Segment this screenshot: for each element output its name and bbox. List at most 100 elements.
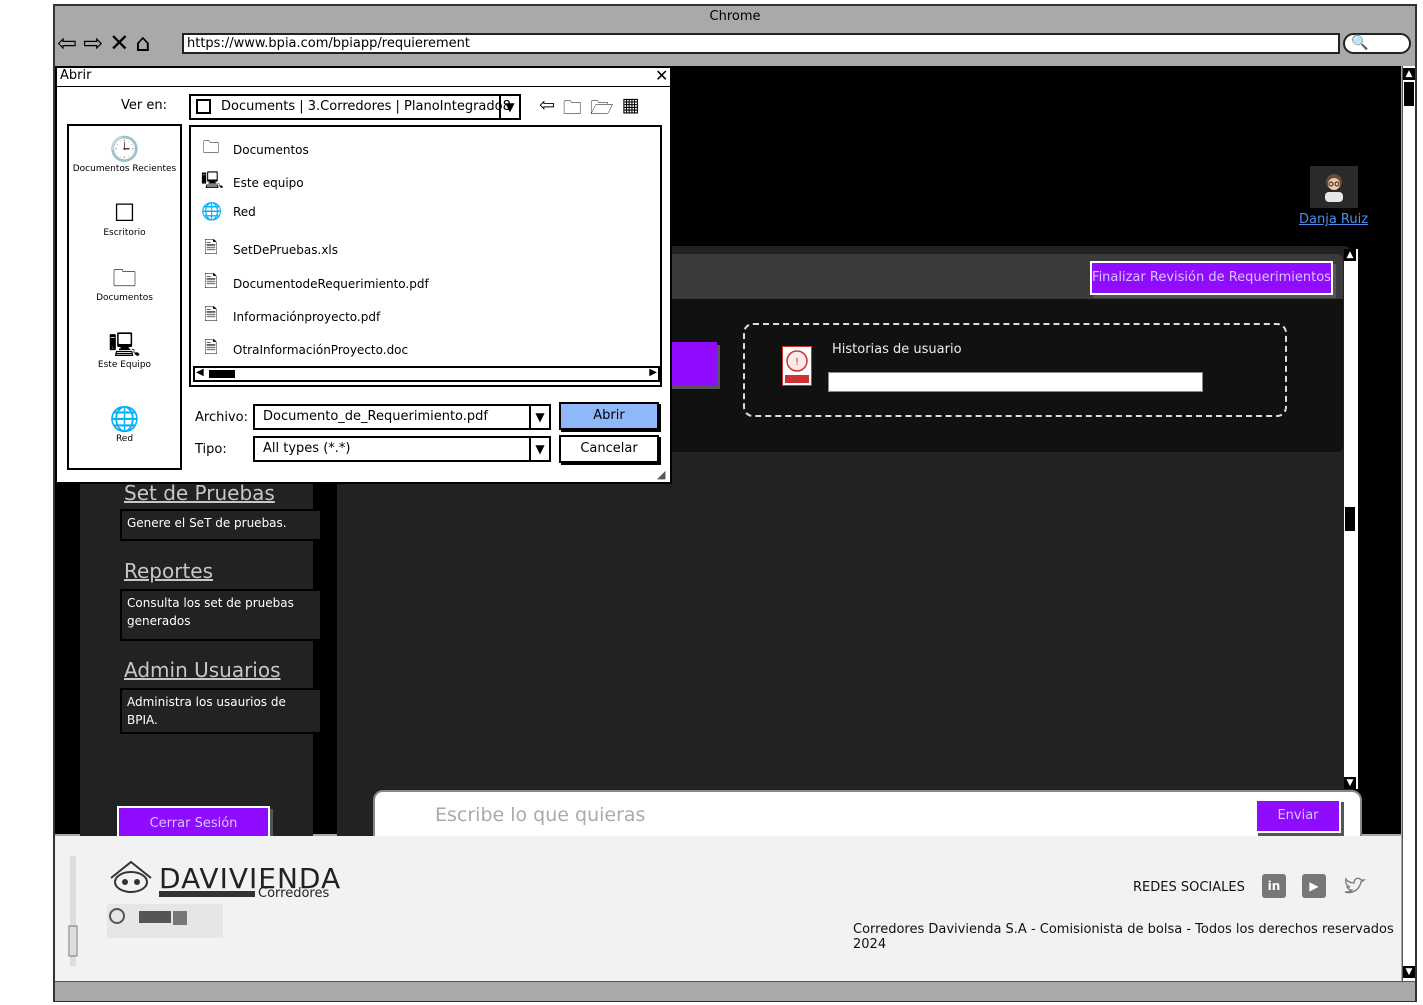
place-label: Escritorio	[103, 228, 146, 238]
file-name: Informaciónproyecto.pdf	[233, 309, 381, 324]
avatar[interactable]	[1310, 166, 1358, 208]
open-button[interactable]: Abrir	[559, 402, 659, 430]
scroll-thumb[interactable]	[209, 370, 235, 378]
list-item[interactable]: 🖳 Este equipo	[201, 168, 304, 197]
twitter-icon[interactable]	[1342, 874, 1367, 902]
back-icon[interactable]: ⇦	[539, 94, 555, 126]
place-documents[interactable]: 🗀 Documentos	[69, 263, 180, 303]
finalize-review-button[interactable]: Finalizar Revisión de Requerimientos	[1090, 261, 1333, 295]
clock-icon: 🕒	[109, 135, 140, 163]
list-item[interactable]: 🗎 DocumentodeRequerimiento.pdf	[201, 269, 429, 298]
list-item[interactable]: 🗀 Documentos	[201, 135, 309, 164]
sidebar-item-set-de-pruebas[interactable]: Set de Pruebas	[124, 481, 275, 505]
page-scrollbar[interactable]: ▲ ▼	[1402, 66, 1415, 981]
home-icon[interactable]: ⌂	[135, 30, 150, 56]
user-stories-title: Historias de usuario	[832, 342, 962, 357]
horizontal-scrollbar[interactable]: ◀ ▶	[193, 366, 660, 382]
social-label: REDES SOCIALES	[1133, 880, 1245, 895]
place-recent[interactable]: 🕒 Documentos Recientes	[69, 134, 180, 174]
look-in-select[interactable]: Documents | 3.Corredores | PlanoIntegrad…	[189, 94, 521, 120]
file-name-value: Documento_de_Requerimiento.pdf	[263, 409, 488, 424]
footer-vertical-seal	[65, 856, 81, 966]
file-name: DocumentodeRequerimiento.pdf	[233, 276, 429, 291]
pdf-file-icon: 🗎	[204, 272, 218, 292]
file-name: Documentos	[233, 142, 309, 157]
footer: DAVIVIENDA Corredores REDES SOCIALES in …	[55, 836, 1401, 981]
send-button[interactable]: Enviar	[1255, 799, 1341, 833]
open-file-dialog: Abrir ✕ Ver en: Documents | 3.Corredores…	[55, 66, 672, 484]
folder-box-icon	[196, 99, 211, 114]
scroll-thumb[interactable]	[1345, 507, 1355, 531]
list-item[interactable]: 🗎 SetDePruebas.xls	[201, 235, 338, 264]
sidebar-description-set-de-pruebas: Genere el SeT de pruebas.	[120, 509, 322, 541]
linkedin-icon[interactable]: in	[1262, 874, 1286, 898]
sidebar-description-admin-usuarios: Administra los usaurios de BPIA.	[120, 688, 322, 734]
up-folder-icon[interactable]: 🗀	[563, 94, 582, 126]
back-icon[interactable]: ⇦	[57, 30, 77, 56]
footer-brand-sub: Corredores	[258, 886, 330, 901]
list-item[interactable]: 🌐 Red	[201, 202, 256, 222]
scroll-up-icon[interactable]: ▲	[1344, 249, 1356, 261]
scroll-down-icon[interactable]: ▼	[1403, 966, 1415, 978]
search-input[interactable]: 🔍	[1343, 33, 1411, 54]
file-type-select[interactable]: All types (*.*) ▼	[253, 436, 551, 462]
folder-icon: 🗀	[112, 264, 137, 292]
cancel-button[interactable]: Cancelar	[559, 435, 659, 463]
new-folder-icon[interactable]: 🗁	[590, 94, 614, 126]
dialog-toolbar: ⇦ 🗀 🗁 ▦	[539, 94, 639, 126]
chat-placeholder: Escribe lo que quieras	[435, 804, 646, 826]
davivienda-logo-icon	[107, 858, 155, 900]
sidebar-item-reportes[interactable]: Reportes	[124, 559, 213, 583]
brand-bar	[159, 891, 255, 897]
look-in-label: Ver en:	[121, 98, 167, 113]
computer-icon: 🖳	[108, 331, 141, 359]
file-name: SetDePruebas.xls	[233, 242, 338, 257]
file-name: OtraInformaciónProyecto.doc	[233, 342, 409, 357]
pdf-file-icon: 🗎	[204, 305, 218, 325]
nav-buttons: ⇦ ⇨ ✕ ⌂	[57, 29, 151, 57]
upload-button[interactable]	[665, 342, 717, 386]
list-item[interactable]: 🗎 Informaciónproyecto.pdf	[201, 302, 380, 331]
place-label: Red	[115, 434, 134, 444]
chevron-down-icon[interactable]: ▼	[499, 96, 519, 118]
scroll-left-icon[interactable]: ◀	[196, 367, 204, 378]
folder-icon: 🗀	[202, 138, 220, 158]
sidebar-item-admin-usuarios[interactable]: Admin Usuarios	[124, 658, 281, 682]
place-desktop[interactable]: ☐ Escritorio	[69, 198, 180, 238]
look-in-value: Documents | 3.Corredores | PlanoIntegrad…	[221, 99, 511, 114]
places-sidebar: 🕒 Documentos Recientes ☐ Escritorio 🗀 Do…	[67, 124, 182, 470]
file-type-value: All types (*.*)	[263, 441, 351, 456]
close-icon[interactable]: ✕	[109, 30, 129, 56]
place-label: Este Equipo	[97, 360, 152, 370]
word-file-icon: 🗎	[204, 338, 218, 358]
dialog-title: Abrir	[60, 68, 92, 83]
forward-icon[interactable]: ⇨	[83, 30, 103, 56]
scroll-thumb[interactable]	[1404, 82, 1414, 106]
window-title: Chrome	[709, 9, 761, 24]
chevron-down-icon[interactable]: ▼	[529, 406, 549, 428]
title-divider	[57, 86, 670, 87]
place-network[interactable]: 🌐 Red	[69, 404, 180, 444]
scroll-right-icon[interactable]: ▶	[649, 367, 657, 378]
chevron-down-icon[interactable]: ▼	[529, 438, 549, 460]
scroll-down-icon[interactable]: ▼	[1344, 777, 1356, 789]
youtube-icon[interactable]: ▶	[1302, 874, 1326, 898]
list-item[interactable]: 🗎 OtraInformaciónProyecto.doc	[201, 335, 408, 364]
user-stories-card	[743, 323, 1287, 417]
close-icon[interactable]: ✕	[655, 66, 668, 85]
place-computer[interactable]: 🖳 Este Equipo	[69, 330, 180, 370]
computer-icon: 🖳	[201, 171, 224, 191]
status-bar	[55, 981, 1415, 1001]
file-name-field[interactable]: Documento_de_Requerimiento.pdf ▼	[253, 404, 551, 430]
resize-grip-icon[interactable]: ◢	[657, 468, 665, 481]
user-name-link[interactable]: Danja Ruiz	[1299, 212, 1368, 227]
pdf-file-icon: !	[782, 346, 812, 386]
sidebar-description-reportes: Consulta los set de pruebas generados	[120, 589, 322, 641]
grid-view-icon[interactable]: ▦	[622, 94, 640, 126]
copyright-text: Corredores Davivienda S.A - Comisionista…	[853, 922, 1394, 952]
url-bar[interactable]: https://www.bpia.com/bpiapp/requierement	[182, 33, 1340, 54]
main-scrollbar[interactable]: ▲ ▼	[1344, 249, 1358, 789]
scroll-up-icon[interactable]: ▲	[1403, 68, 1415, 80]
file-name: Este equipo	[233, 175, 304, 190]
place-label: Documentos	[96, 293, 153, 303]
